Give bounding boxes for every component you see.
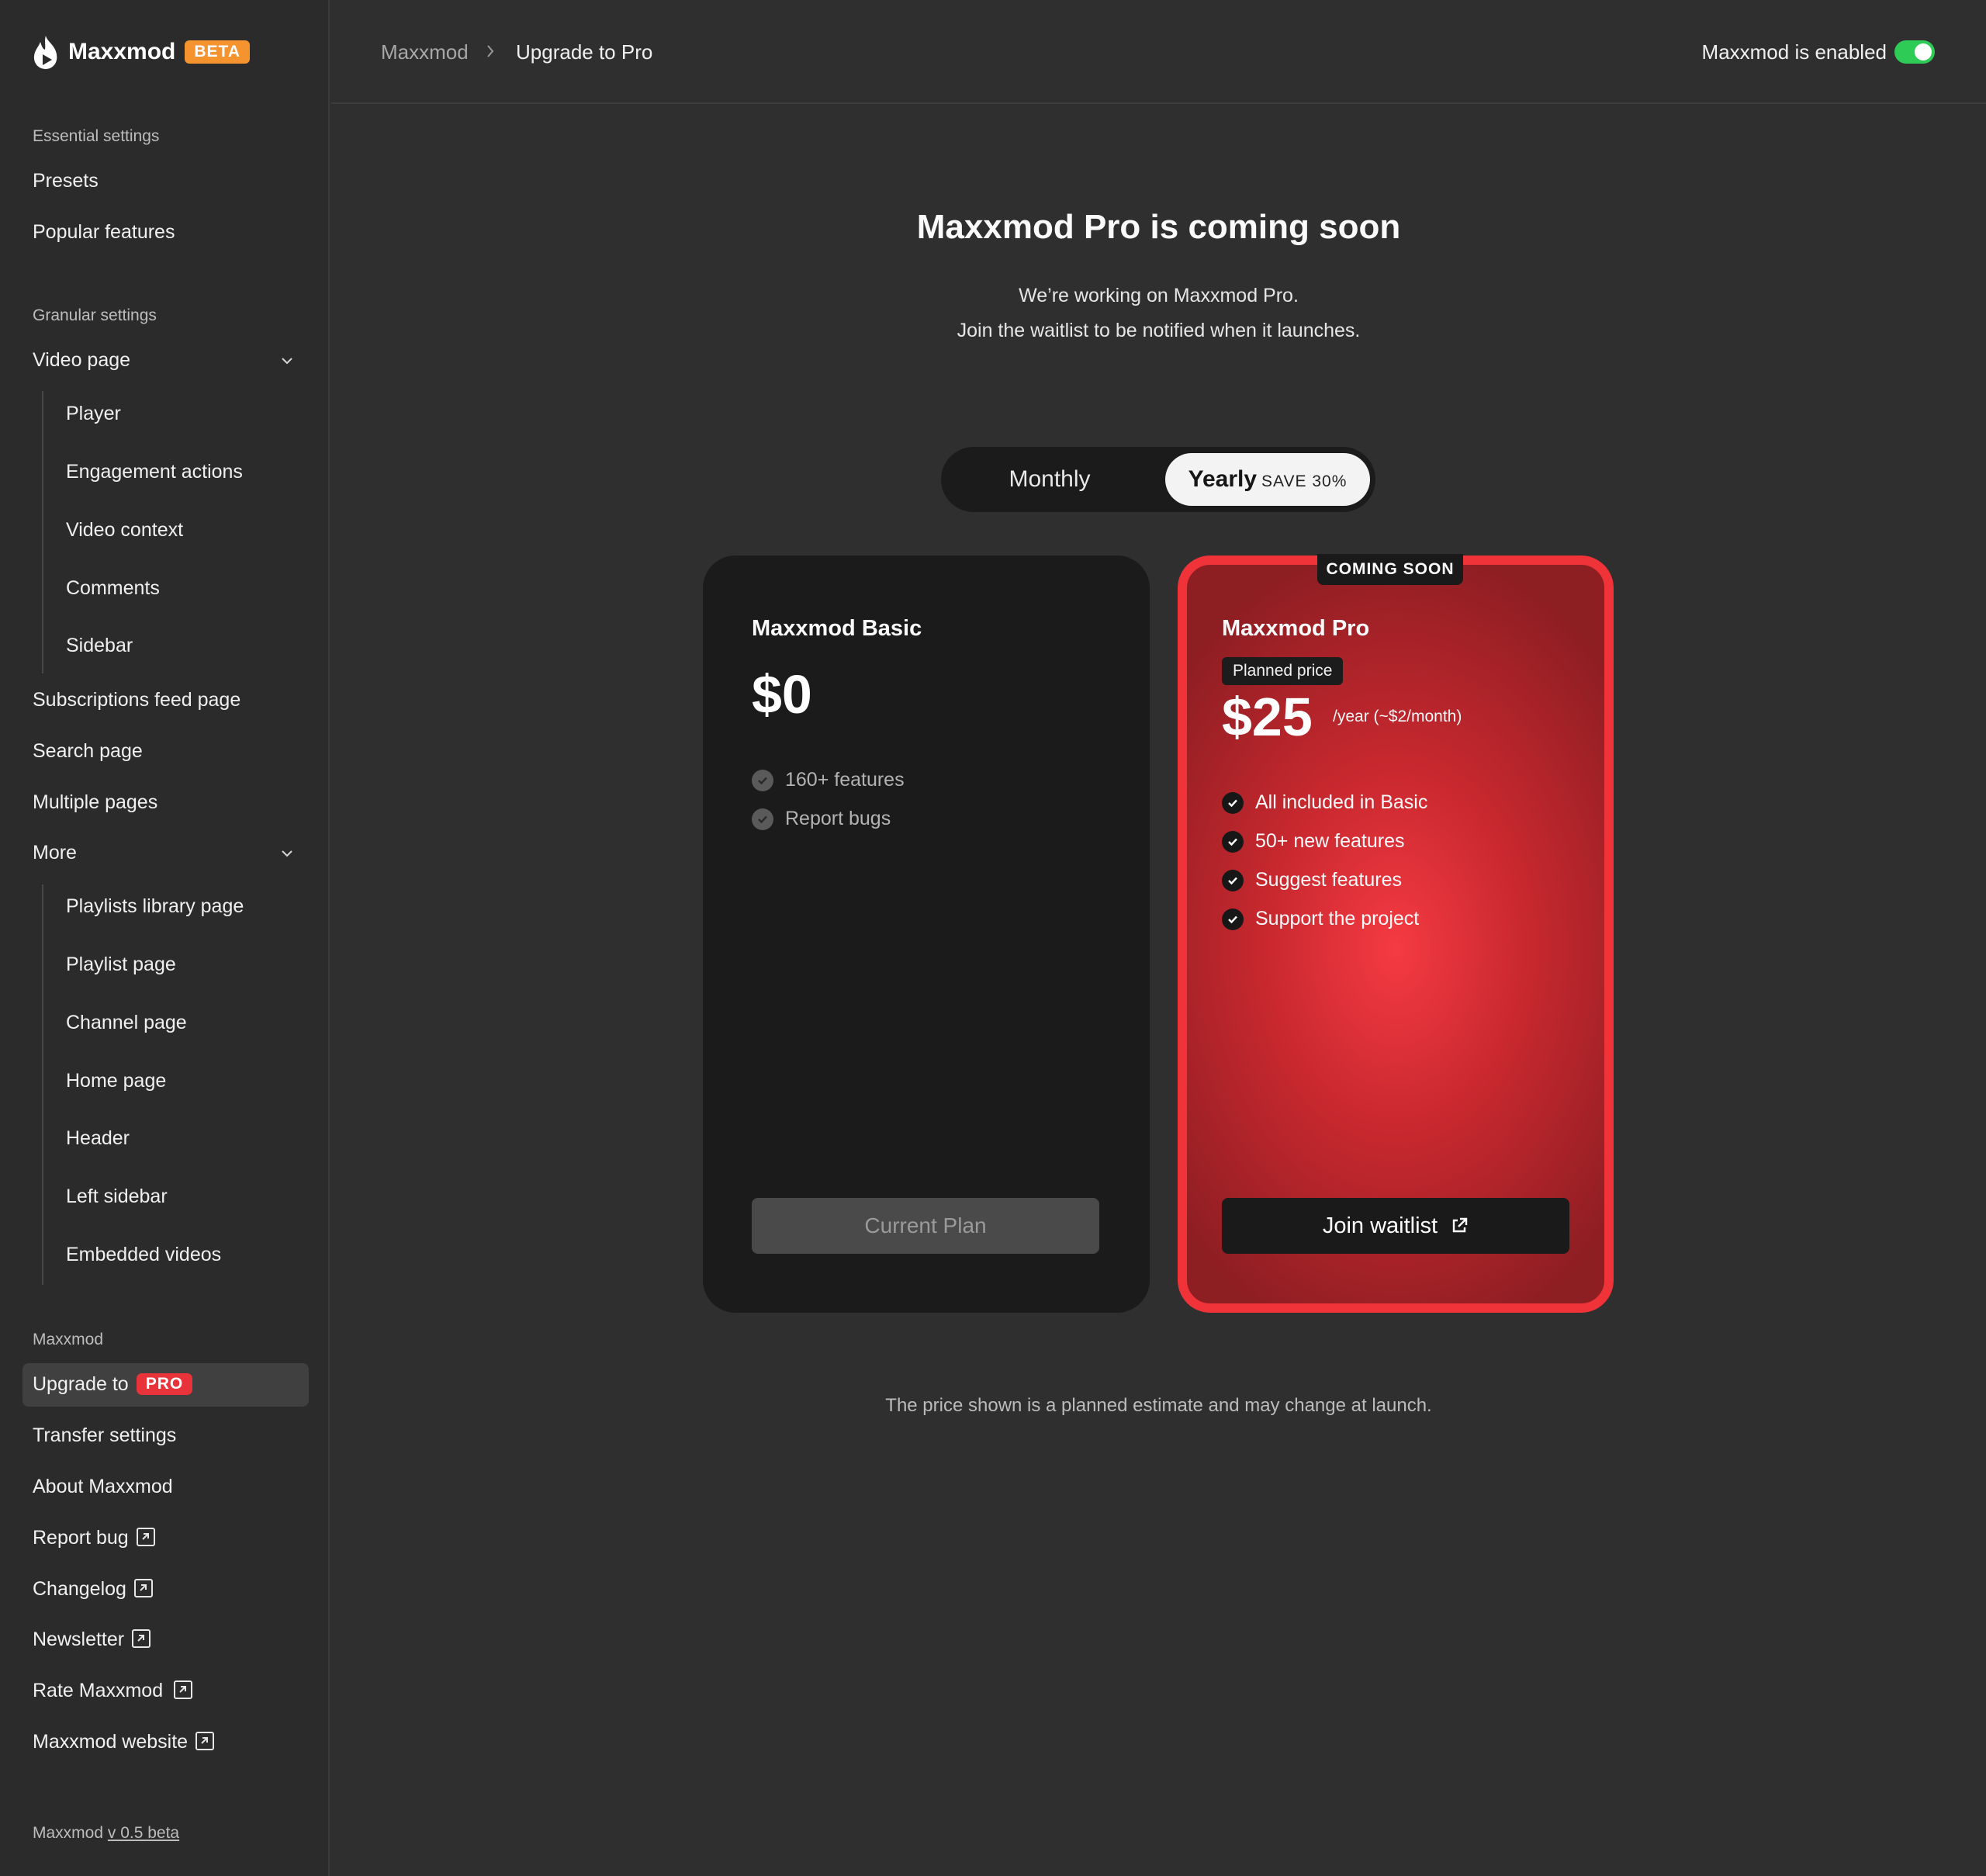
sidebar-item-sidebar[interactable]: Sidebar <box>66 635 133 657</box>
external-link-icon <box>132 1629 151 1648</box>
version-info: Maxxmod v 0.5 beta <box>33 1824 179 1843</box>
version-prefix: Maxxmod <box>33 1824 104 1842</box>
basic-plan-name: Maxxmod Basic <box>752 616 922 641</box>
sidebar-item-subscriptions-feed[interactable]: Subscriptions feed page <box>33 689 240 711</box>
basic-feature-item: 160+ features <box>752 769 905 791</box>
upgrade-label: Upgrade to <box>33 1373 129 1395</box>
flame-logo-icon <box>33 36 57 69</box>
sidebar: Maxxmod BETA Essential settings Presets … <box>0 0 330 1876</box>
enabled-toggle[interactable] <box>1894 40 1935 64</box>
sidebar-item-comments[interactable]: Comments <box>66 577 160 600</box>
sidebar-item-multiple-pages[interactable]: Multiple pages <box>33 791 157 814</box>
pro-feature-label: Support the project <box>1255 908 1420 929</box>
chevron-right-icon <box>487 45 494 57</box>
planned-price-tag: Planned price <box>1222 657 1344 685</box>
sidebar-item-search-page[interactable]: Search page <box>33 740 143 763</box>
sidebar-item-more[interactable]: More <box>33 842 77 864</box>
newsletter-label: Newsletter <box>33 1629 125 1650</box>
billing-monthly-option[interactable]: Monthly <box>941 447 1158 512</box>
pro-feature-label: Suggest features <box>1255 869 1403 891</box>
coming-soon-ribbon: COMING SOON <box>1317 554 1463 585</box>
check-circle-icon <box>1222 908 1244 930</box>
sidebar-item-transfer-settings[interactable]: Transfer settings <box>33 1424 176 1447</box>
sidebar-item-home-page[interactable]: Home page <box>66 1070 166 1092</box>
rate-label: Rate Maxxmod <box>33 1680 164 1701</box>
tree-line <box>42 391 43 673</box>
check-circle-icon <box>752 808 773 830</box>
sidebar-item-about[interactable]: About Maxxmod <box>33 1476 173 1498</box>
price-footnote: The price shown is a planned estimate an… <box>885 1395 1432 1416</box>
sidebar-item-presets[interactable]: Presets <box>33 170 99 192</box>
app-name: Maxxmod <box>68 39 176 64</box>
logo[interactable]: Maxxmod BETA <box>31 33 250 71</box>
sidebar-item-header[interactable]: Header <box>66 1127 130 1150</box>
sidebar-item-engagement-actions[interactable]: Engagement actions <box>66 461 243 483</box>
sidebar-item-player[interactable]: Player <box>66 403 121 425</box>
changelog-label: Changelog <box>33 1578 126 1600</box>
subtitle-line-2: Join the waitlist to be notified when it… <box>957 320 1361 341</box>
pro-feature-item: 50+ new features <box>1222 830 1405 853</box>
pro-badge: PRO <box>136 1373 193 1395</box>
basic-feature-label: Report bugs <box>785 808 891 829</box>
pro-feature-label: 50+ new features <box>1255 830 1405 852</box>
website-label: Maxxmod website <box>33 1731 189 1753</box>
pro-feature-item: Suggest features <box>1222 869 1402 891</box>
beta-badge: BETA <box>185 40 250 64</box>
sidebar-item-playlists-library[interactable]: Playlists library page <box>66 895 244 918</box>
join-waitlist-label: Join waitlist <box>1322 1213 1438 1238</box>
pro-feature-item: Support the project <box>1222 908 1419 930</box>
sidebar-item-upgrade[interactable]: Upgrade to PRO <box>33 1373 193 1396</box>
pro-plan-price: $25 <box>1222 687 1313 747</box>
breadcrumb-root[interactable]: Maxxmod <box>381 40 469 64</box>
sidebar-link-website[interactable]: Maxxmod website <box>33 1731 215 1753</box>
sidebar-item-embedded-videos[interactable]: Embedded videos <box>66 1244 221 1266</box>
sidebar-item-channel-page[interactable]: Channel page <box>66 1012 187 1034</box>
current-plan-button: Current Plan <box>752 1198 1099 1254</box>
check-circle-icon <box>1222 869 1244 891</box>
sidebar-link-report-bug[interactable]: Report bug <box>33 1527 155 1549</box>
check-circle-icon <box>1222 830 1244 853</box>
tree-line <box>42 884 43 1285</box>
basic-plan-price: $0 <box>752 664 812 725</box>
sidebar-link-rate[interactable]: Rate Maxxmod <box>33 1680 193 1702</box>
external-link-icon <box>133 1579 153 1597</box>
pro-price-unit: /year (~$2/month) <box>1333 708 1462 725</box>
enabled-label: Maxxmod is enabled <box>1701 40 1887 64</box>
external-link-icon <box>174 1680 193 1699</box>
external-link-icon <box>136 1528 155 1546</box>
subtitle-line-1: We’re working on Maxxmod Pro. <box>1019 285 1299 306</box>
granular-settings-label: Granular settings <box>33 306 157 324</box>
pro-plan-name: Maxxmod Pro <box>1222 616 1370 641</box>
page-title: Maxxmod Pro is coming soon <box>916 208 1401 246</box>
pro-feature-item: All included in Basic <box>1222 791 1427 814</box>
report-bug-label: Report bug <box>33 1527 129 1549</box>
version-link[interactable]: v 0.5 beta <box>108 1824 179 1842</box>
check-circle-icon <box>752 769 773 791</box>
chevron-down-icon[interactable] <box>279 353 295 369</box>
basic-feature-label: 160+ features <box>785 769 905 791</box>
top-bar: Maxxmod Upgrade to Pro Maxxmod is enable… <box>331 0 1986 104</box>
sidebar-item-left-sidebar[interactable]: Left sidebar <box>66 1185 168 1208</box>
sidebar-link-changelog[interactable]: Changelog <box>33 1578 153 1601</box>
join-waitlist-button[interactable]: Join waitlist <box>1222 1198 1569 1254</box>
sidebar-item-video-page[interactable]: Video page <box>33 349 130 372</box>
save-badge: SAVE 30% <box>1261 472 1348 490</box>
sidebar-link-newsletter[interactable]: Newsletter <box>33 1629 151 1651</box>
sidebar-item-video-context[interactable]: Video context <box>66 519 183 542</box>
billing-yearly-option[interactable]: Yearly SAVE 30% <box>1165 453 1370 506</box>
sidebar-item-popular-features[interactable]: Popular features <box>33 221 175 244</box>
check-circle-icon <box>1222 791 1244 814</box>
billing-period-toggle: Monthly Yearly SAVE 30% <box>941 447 1375 512</box>
maxxmod-section-label: Maxxmod <box>33 1331 104 1348</box>
external-link-icon <box>195 1732 215 1750</box>
pro-feature-label: All included in Basic <box>1255 791 1428 813</box>
yearly-label: Yearly <box>1188 466 1258 492</box>
chevron-down-icon[interactable] <box>279 846 295 861</box>
sidebar-item-playlist-page[interactable]: Playlist page <box>66 954 176 976</box>
breadcrumb-current: Upgrade to Pro <box>516 40 653 64</box>
essential-settings-label: Essential settings <box>33 127 160 145</box>
basic-feature-item: Report bugs <box>752 808 891 830</box>
external-link-icon <box>1452 1217 1468 1233</box>
